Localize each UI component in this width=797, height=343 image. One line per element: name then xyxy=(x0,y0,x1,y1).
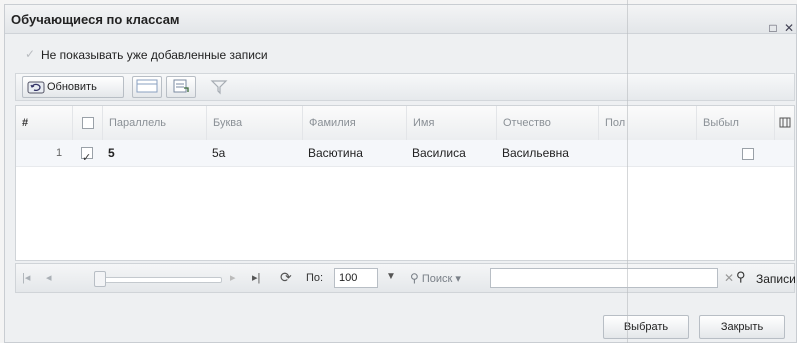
hide-added-filter[interactable]: ✓ Не показывать уже добавленные записи xyxy=(5,43,796,67)
per-page-select[interactable]: 100 xyxy=(334,268,378,288)
column-header-num: # xyxy=(22,117,29,129)
refresh-label: Обновить xyxy=(47,81,97,93)
cell-letter: 5а xyxy=(212,146,226,160)
column-menu-icon[interactable] xyxy=(774,106,794,140)
window-controls: □ ✕ xyxy=(765,21,794,35)
grid-header: # Параллель Буква Фамилия Имя Отчество П… xyxy=(16,106,794,141)
prev-page-icon[interactable]: ◂ xyxy=(46,271,52,284)
cell-dropped xyxy=(696,140,774,166)
clear-search-icon[interactable]: ✕ xyxy=(724,271,734,285)
first-page-icon[interactable]: |◂ xyxy=(22,271,30,284)
records-count: Записи 1-1 xyxy=(756,272,797,286)
search-mode-button[interactable]: ⚲ Поиск ▾ xyxy=(410,271,461,285)
column-header-letter[interactable]: Буква xyxy=(206,106,302,140)
grid-toolbar: Обновить xyxy=(15,73,795,101)
table-row[interactable]: 1 5 5а Васютина Василиса Васильевна xyxy=(16,140,794,171)
row-number: 1 xyxy=(56,147,63,159)
column-header-dropped[interactable]: Выбыл xyxy=(696,106,774,140)
search-icon: ⚲ xyxy=(410,271,419,285)
column-header-parallel[interactable]: Параллель xyxy=(102,106,206,140)
close-icon[interactable]: ✕ xyxy=(784,21,794,35)
column-header-surname[interactable]: Фамилия xyxy=(302,106,406,140)
column-header-gender[interactable]: Пол xyxy=(598,106,696,140)
maximize-icon[interactable]: □ xyxy=(769,21,776,35)
close-button[interactable]: Закрыть xyxy=(699,315,785,339)
cell-gender xyxy=(598,140,696,166)
pagination-bar: |◂ ◂ ▸ ▸| ⟳ По: 100 ▼ ⚲ Поиск ▾ ✕ ⚲ Запи… xyxy=(15,263,797,293)
search-input[interactable] xyxy=(490,268,718,288)
cell-parallel: 5 xyxy=(108,146,115,160)
column-header-select[interactable] xyxy=(72,106,102,140)
column-view-button[interactable] xyxy=(132,76,162,98)
checkmark-icon[interactable]: ✓ xyxy=(25,47,35,61)
cell-name: Василиса xyxy=(412,146,466,160)
last-page-icon[interactable]: ▸| xyxy=(252,271,260,284)
window-title: Обучающиеся по классам xyxy=(11,12,180,27)
table-view-icon xyxy=(136,79,158,93)
row-select-cell[interactable] xyxy=(72,140,102,171)
column-header-patronymic[interactable]: Отчество xyxy=(496,106,598,140)
cell-patronymic: Васильевна xyxy=(502,146,569,160)
select-all-checkbox[interactable] xyxy=(82,117,94,129)
page-slider-track[interactable] xyxy=(98,277,222,283)
column-header-name[interactable]: Имя xyxy=(406,106,496,140)
row-select-checkbox[interactable] xyxy=(81,145,93,171)
window-title-bar[interactable]: Обучающиеся по классам □ ✕ xyxy=(5,5,796,35)
refresh-button[interactable]: Обновить xyxy=(22,76,124,98)
next-page-icon[interactable]: ▸ xyxy=(230,271,236,284)
search-dropdown-icon: ▾ xyxy=(455,273,461,285)
dropped-checkbox[interactable] xyxy=(742,148,754,160)
filter-icon[interactable] xyxy=(210,78,228,99)
reload-icon[interactable]: ⟳ xyxy=(280,269,292,286)
search-mode-label: Поиск xyxy=(421,273,453,285)
students-grid: # Параллель Буква Фамилия Имя Отчество П… xyxy=(15,105,795,261)
refresh-icon xyxy=(27,81,45,94)
find-icon[interactable]: ⚲ xyxy=(736,269,746,285)
page-fold-line xyxy=(627,0,628,343)
export-icon xyxy=(173,79,189,93)
students-by-class-window: Обучающиеся по классам □ ✕ ✓ Не показыва… xyxy=(4,4,797,343)
per-page-label: По: xyxy=(306,272,324,284)
select-button[interactable]: Выбрать xyxy=(603,315,689,339)
chevron-down-icon[interactable]: ▼ xyxy=(386,271,396,282)
export-button[interactable] xyxy=(166,76,196,98)
cell-surname: Васютина xyxy=(308,146,363,160)
page-slider-thumb[interactable] xyxy=(94,271,106,287)
hide-added-label: Не показывать уже добавленные записи xyxy=(41,48,268,62)
